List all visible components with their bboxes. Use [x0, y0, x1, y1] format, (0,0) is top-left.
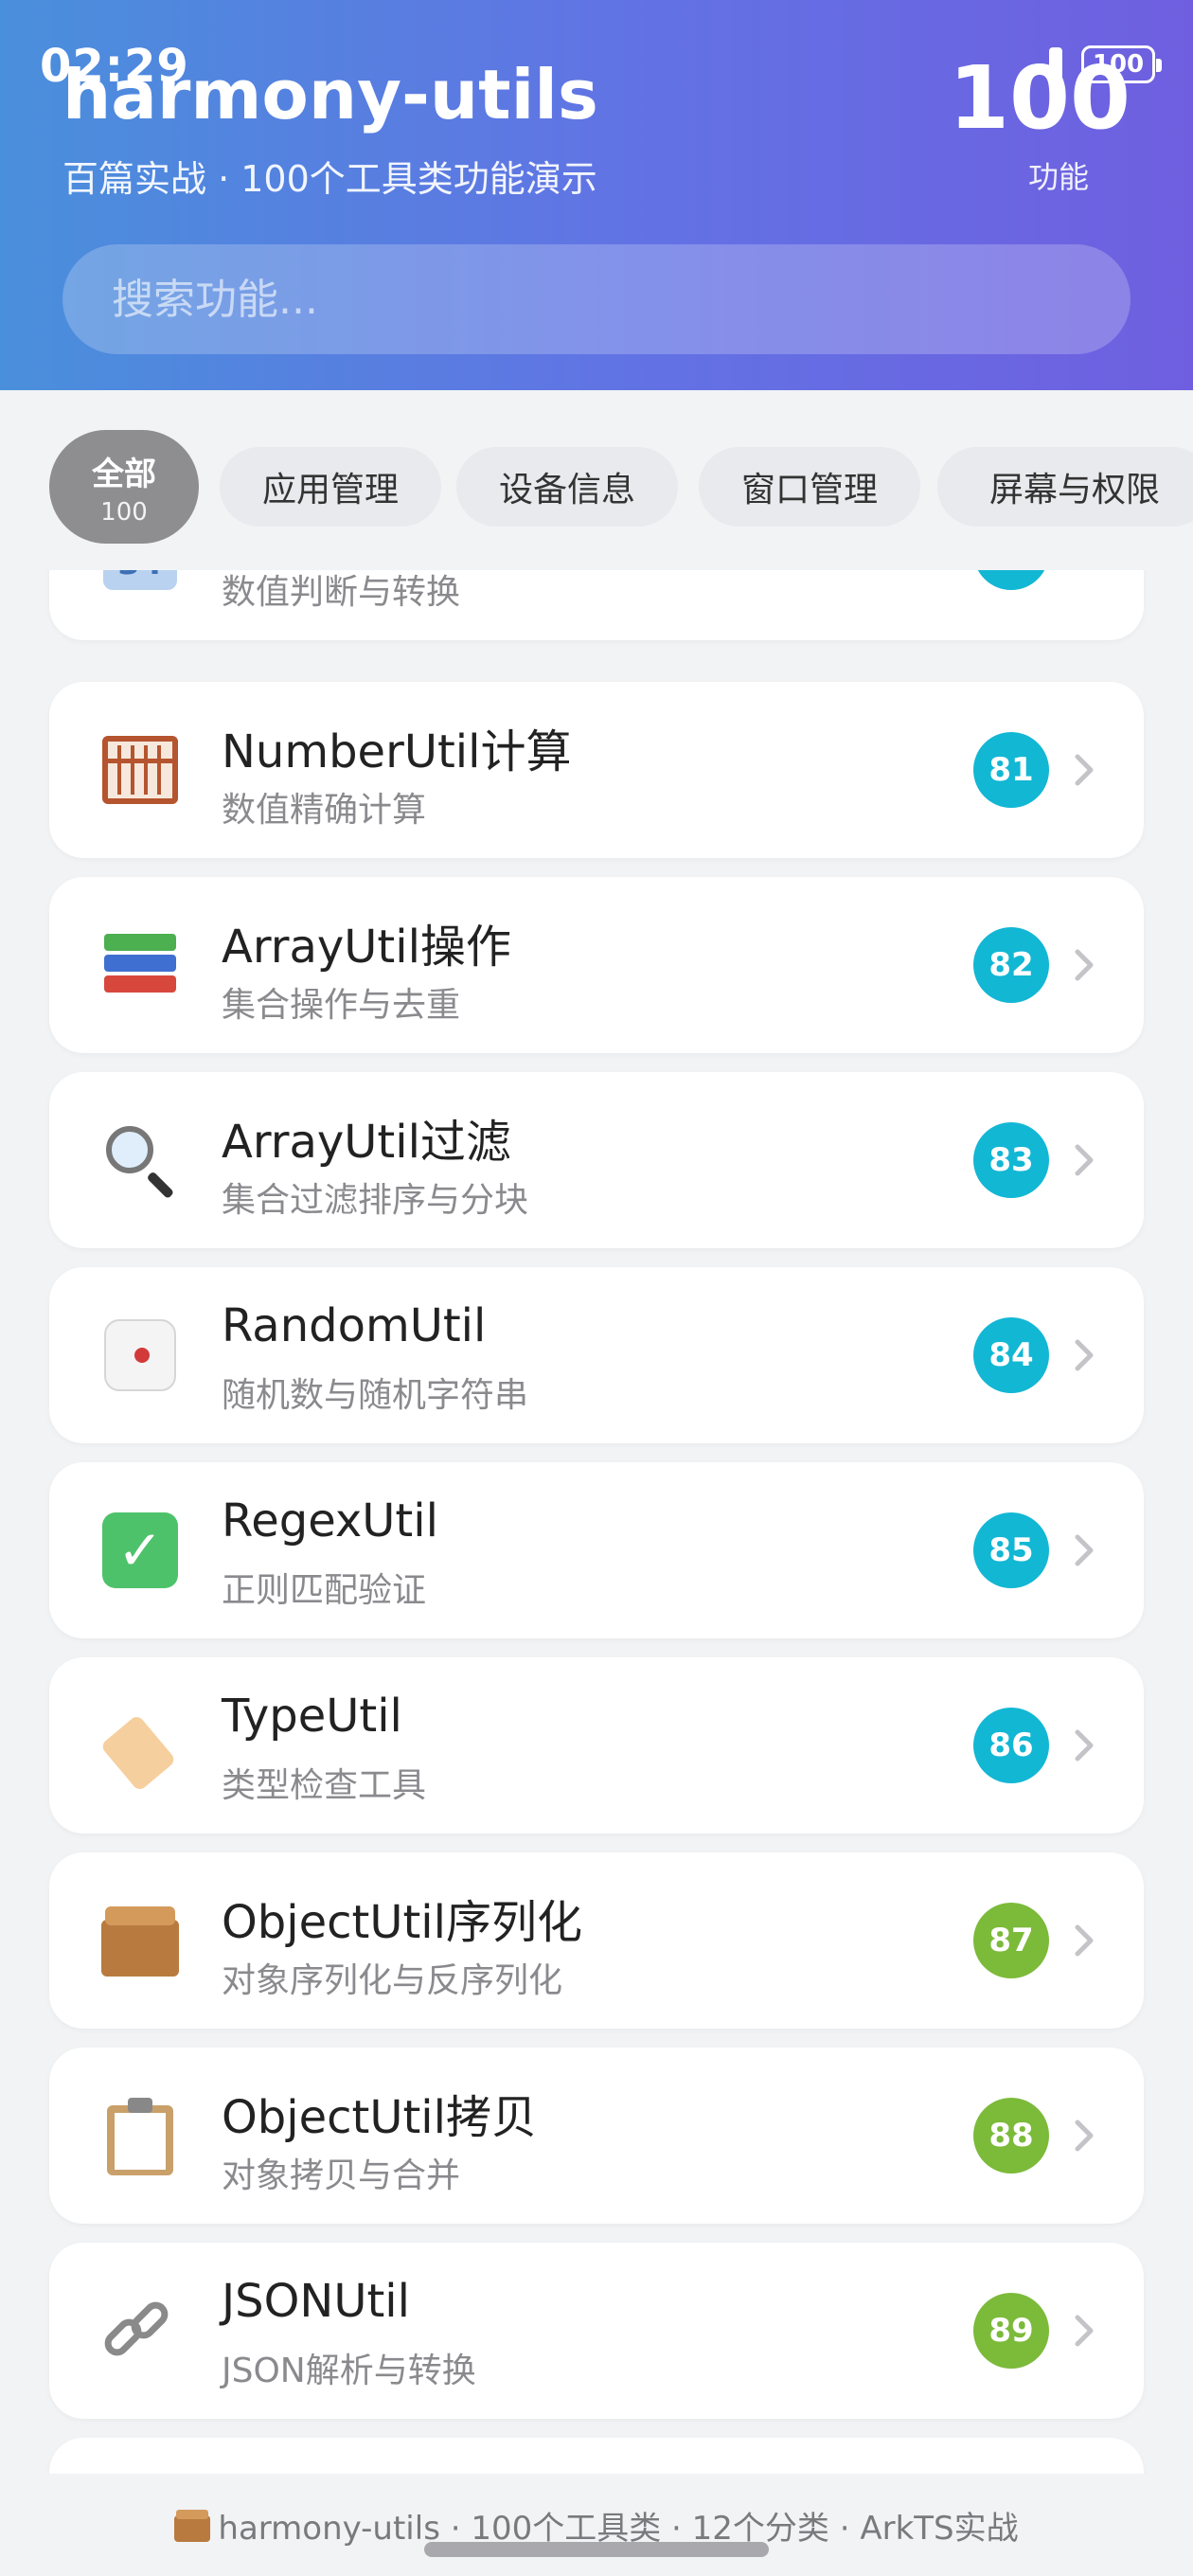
app-subtitle: 百篇实战 · 100个工具类功能演示 [62, 158, 597, 200]
list-item[interactable]: RandomUtil 随机数与随机字符串 84 [49, 1267, 1144, 1443]
link-icon [98, 2289, 182, 2372]
category-tabs: 全部 100 应用管理 设备信息 窗口管理 屏幕与权限 [0, 390, 1193, 570]
chevron-right-icon [1075, 949, 1094, 981]
tab-all-count: 100 [100, 497, 148, 527]
list-item[interactable]: NumberUtil计算 数值精确计算 81 [49, 682, 1144, 858]
calendar-icon-text: 34 [103, 570, 177, 582]
tab-app-management[interactable]: 应用管理 [220, 447, 441, 527]
chevron-right-icon [1070, 570, 1098, 571]
item-description: 数值判断与转换 [222, 573, 461, 612]
item-title: ObjectUtil拷贝 [222, 2091, 537, 2144]
item-description: 对象序列化与反序列化 [222, 1961, 563, 2000]
clipboard-icon [98, 2094, 182, 2177]
item-description: 集合过滤排序与分块 [222, 1181, 529, 1220]
search-bar[interactable] [62, 244, 1131, 354]
list-item[interactable]: ObjectUtil拷贝 对象拷贝与合并 88 [49, 2048, 1144, 2224]
item-number-badge: 85 [973, 1512, 1049, 1588]
tab-screen-permissions[interactable]: 屏幕与权限 [937, 447, 1193, 527]
item-description: 数值精确计算 [222, 791, 427, 830]
item-number-badge: 89 [973, 2293, 1049, 2369]
item-title: NumberUtil计算 [222, 725, 572, 778]
item-title: JSONUtil [222, 2275, 410, 2328]
item-description: 对象拷贝与合并 [222, 2156, 461, 2195]
status-time: 02:29 [40, 40, 189, 93]
list-item[interactable]: ArrayUtil过滤 集合过滤排序与分块 83 [49, 1072, 1144, 1248]
home-indicator[interactable] [424, 2542, 769, 2557]
magnifier-icon [98, 1118, 182, 1202]
item-description: 类型检查工具 [222, 1766, 427, 1805]
feature-count-label: 功能 [1027, 159, 1089, 195]
item-description: 随机数与随机字符串 [222, 1376, 529, 1415]
chevron-right-icon [1075, 1339, 1094, 1371]
abacus-icon [98, 728, 182, 812]
item-description: 集合操作与去重 [222, 986, 461, 1025]
feature-count: 100 [948, 47, 1131, 149]
footer: harmony-utils · 100个工具类 · 12个分类 · ArkTS实… [0, 2474, 1193, 2576]
tab-all-label: 全部 [92, 455, 156, 493]
item-title: ObjectUtil序列化 [222, 1896, 582, 1949]
feature-list: 34 数值判断与转换 80 NumberUtil计算 数值精确计算 81 Arr… [0, 570, 1193, 2474]
list-item[interactable]: ✓ RegexUtil 正则匹配验证 85 [49, 1462, 1144, 1638]
check-icon: ✓ [98, 1509, 182, 1592]
item-title: RegexUtil [222, 1494, 438, 1547]
tab-device-info[interactable]: 设备信息 [456, 447, 678, 527]
calendar-icon: 34 [98, 570, 182, 594]
tab-window-management[interactable]: 窗口管理 [699, 447, 920, 527]
item-number-badge: 86 [973, 1708, 1049, 1783]
item-number-badge: 83 [973, 1122, 1049, 1198]
chevron-right-icon [1075, 2315, 1094, 2347]
books-icon [98, 923, 182, 1007]
chevron-right-icon [1075, 1534, 1094, 1566]
package-icon [174, 2508, 211, 2542]
die-icon [98, 1314, 182, 1397]
chevron-right-icon [1075, 1144, 1094, 1176]
header: harmony-utils 02:29 100 百篇实战 · 100个工具类功能… [0, 0, 1193, 390]
item-number-badge: 81 [973, 732, 1049, 808]
list-item[interactable]: ObjectUtil序列化 对象序列化与反序列化 87 [49, 1852, 1144, 2029]
item-number-badge: 84 [973, 1317, 1049, 1393]
search-input[interactable] [112, 275, 1131, 324]
tag-icon [98, 1704, 182, 1793]
item-number-badge: 82 [973, 927, 1049, 1003]
list-item[interactable]: 34 数值判断与转换 80 [49, 570, 1144, 640]
chevron-right-icon [1075, 1729, 1094, 1762]
package-icon [98, 1899, 182, 1982]
item-number-badge: 88 [973, 2098, 1049, 2174]
item-title: RandomUtil [222, 1299, 487, 1352]
chevron-right-icon [1075, 2120, 1094, 2152]
item-title: ArrayUtil过滤 [222, 1116, 511, 1169]
chevron-right-icon [1075, 1924, 1094, 1957]
item-number-badge: 80 [973, 570, 1049, 590]
list-item[interactable] [49, 2438, 1144, 2474]
item-title: TypeUtil [222, 1690, 402, 1743]
list-item[interactable]: ArrayUtil操作 集合操作与去重 82 [49, 877, 1144, 1053]
item-description: 正则匹配验证 [222, 1571, 427, 1610]
tab-all[interactable]: 全部 100 [49, 430, 199, 544]
item-number-badge: 87 [973, 1903, 1049, 1978]
list-item[interactable]: JSONUtil JSON解析与转换 89 [49, 2243, 1144, 2419]
list-item[interactable]: TypeUtil 类型检查工具 86 [49, 1657, 1144, 1834]
item-title: ArrayUtil操作 [222, 921, 511, 974]
item-description: JSON解析与转换 [222, 2352, 476, 2390]
chevron-right-icon [1075, 754, 1094, 786]
